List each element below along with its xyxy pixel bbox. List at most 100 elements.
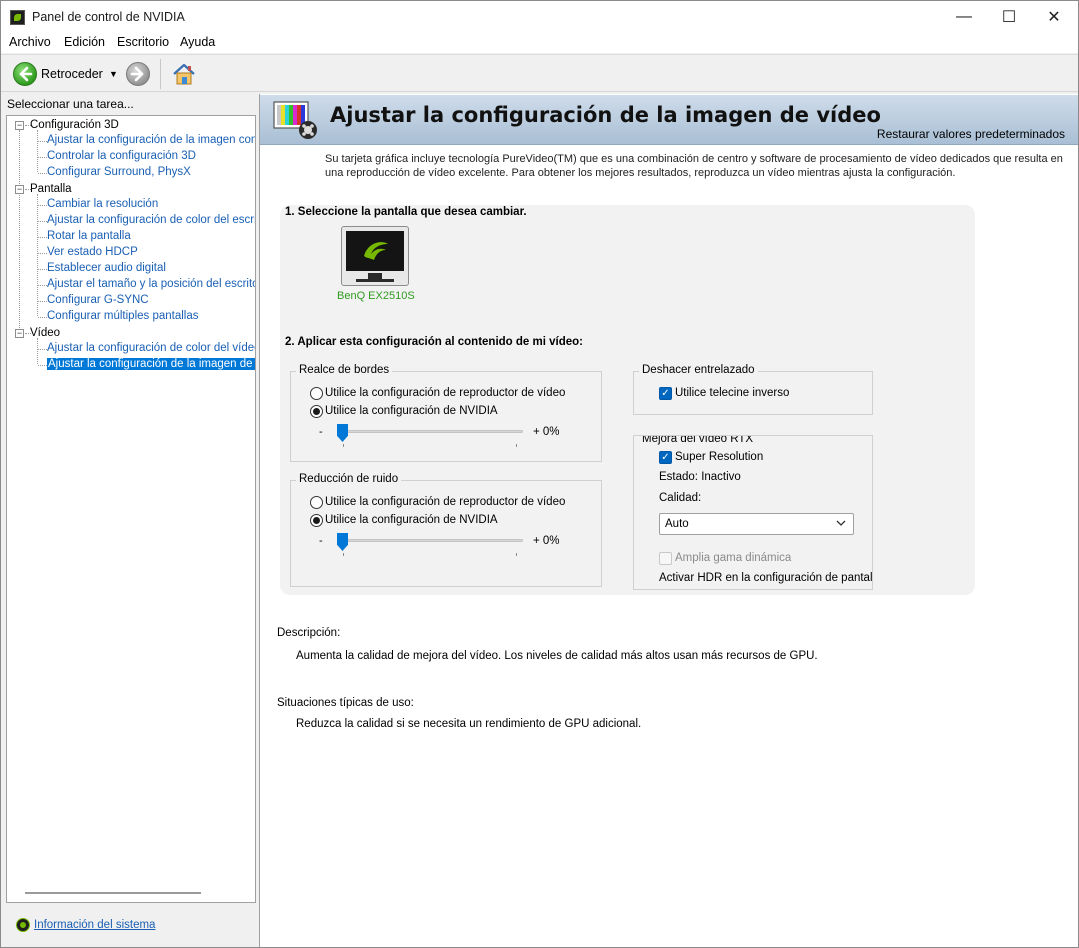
nvidia-logo-icon (364, 242, 388, 260)
collapse-video-icon[interactable]: − (15, 329, 24, 338)
quality-select[interactable]: Auto (659, 513, 854, 535)
tree-line (38, 141, 47, 142)
hdr-checkbox (659, 552, 672, 565)
close-button[interactable]: ✕ (1031, 1, 1077, 33)
collapse-pantalla-icon[interactable]: − (15, 185, 24, 194)
rtx-group-title: Mejora del vídeo RTX (639, 436, 757, 445)
toolbar: Retroceder ▼ (1, 54, 1078, 92)
collapse-3d-icon[interactable]: − (15, 121, 24, 130)
hdr-note: Activar HDR en la configuración de panta… (659, 572, 873, 584)
tree-item-g-sync[interactable]: Configurar G-SYNC (47, 294, 149, 306)
step1-heading: 1. Seleccione la pantalla que desea camb… (285, 206, 527, 218)
edge-slider-track[interactable] (338, 430, 523, 433)
tree-item-multiples-pantallas[interactable]: Configurar múltiples pantallas (47, 310, 199, 322)
edge-slider-tick (343, 444, 344, 447)
window-title: Panel de control de NVIDIA (32, 10, 185, 24)
chevron-down-icon (836, 520, 846, 526)
rtx-status: Estado: Inactivo (659, 471, 741, 483)
display-benq-monitor[interactable] (341, 226, 409, 286)
intro-text: Su tarjeta gráfica incluye tecnología Pu… (325, 153, 1063, 179)
noise-reduction-group: Reducción de ruido Utilice la configurac… (290, 473, 602, 587)
maximize-button[interactable]: ☐ (986, 1, 1032, 33)
tree-item-rotar-pantalla[interactable]: Rotar la pantalla (47, 230, 131, 242)
menu-ayuda[interactable]: Ayuda (180, 35, 215, 49)
menu-escritorio[interactable]: Escritorio (117, 35, 169, 49)
system-info-link[interactable]: Información del sistema (34, 919, 155, 931)
edge-slider-minus: - (319, 426, 323, 438)
task-tree: − Configuración 3D Ajustar la configurac… (6, 115, 256, 903)
system-info-icon (16, 918, 30, 932)
tree-line (38, 221, 47, 222)
task-header: Seleccionar una tarea... (7, 97, 134, 111)
edge-nvidia-radio[interactable] (310, 405, 323, 418)
tree-item-color-escritorio[interactable]: Ajustar la configuración de color del es… (47, 214, 255, 226)
inverse-telecine-label[interactable]: Utilice telecine inverso (675, 387, 789, 399)
tree-item-ajustar-imagen-vista-previa[interactable]: Ajustar la configuración de la imagen co… (47, 134, 255, 146)
tree-line (38, 237, 47, 238)
tree-line (38, 285, 47, 286)
edge-nvidia-label[interactable]: Utilice la configuración de NVIDIA (325, 405, 498, 417)
back-button[interactable] (13, 62, 37, 86)
tree-group-pantalla[interactable]: Pantalla (30, 183, 72, 195)
restore-defaults-link[interactable]: Restaurar valores predeterminados (877, 127, 1065, 141)
edge-slider-thumb[interactable] (337, 424, 348, 442)
home-icon[interactable] (171, 62, 197, 86)
tree-item-imagen-video-selected[interactable]: Ajustar la configuración de la imagen de… (47, 358, 255, 370)
content-panel: Ajustar la configuración de la imagen de… (259, 94, 1078, 947)
forward-button[interactable] (126, 62, 150, 86)
tree-line (38, 301, 47, 302)
usage-text: Reduzca la calidad si se necesita un ren… (296, 718, 642, 730)
noise-nvidia-label[interactable]: Utilice la configuración de NVIDIA (325, 514, 498, 526)
tree-group-3d[interactable]: Configuración 3D (30, 119, 119, 131)
back-label[interactable]: Retroceder (41, 67, 103, 81)
step2-heading: 2. Aplicar esta configuración al conteni… (285, 336, 583, 348)
tree-group-video[interactable]: Vídeo (30, 327, 60, 339)
menu-archivo[interactable]: Archivo (9, 35, 51, 49)
noise-player-radio[interactable] (310, 496, 323, 509)
tree-line (38, 253, 47, 254)
edge-slider-value: + 0% (533, 426, 560, 438)
tree-line (37, 130, 38, 172)
video-settings-icon (273, 101, 317, 139)
super-resolution-label[interactable]: Super Resolution (675, 451, 763, 463)
horizontal-scrollbar[interactable] (25, 892, 201, 894)
minimize-button[interactable]: — (941, 1, 987, 33)
tree-line (37, 338, 38, 364)
tree-item-audio-digital[interactable]: Establecer audio digital (47, 262, 166, 274)
noise-nvidia-radio[interactable] (310, 514, 323, 527)
arrow-right-icon (130, 66, 144, 82)
display-name[interactable]: BenQ EX2510S (337, 290, 415, 302)
edge-player-radio[interactable] (310, 387, 323, 400)
usage-label: Situaciones típicas de uso: (277, 697, 414, 709)
inverse-telecine-checkbox[interactable]: ✓ (659, 387, 672, 400)
edge-enhancement-group: Realce de bordes Utilice la configuració… (290, 364, 602, 462)
tree-line (38, 173, 47, 174)
tree-line (37, 194, 38, 316)
hdr-label: Amplia gama dinámica (675, 552, 792, 564)
noise-slider-tick (343, 553, 344, 556)
noise-group-title: Reducción de ruido (296, 473, 402, 485)
super-resolution-checkbox[interactable]: ✓ (659, 451, 672, 464)
tree-item-controlar-3d[interactable]: Controlar la configuración 3D (47, 150, 196, 162)
edge-player-label[interactable]: Utilice la configuración de reproductor … (325, 387, 565, 399)
noise-slider-track[interactable] (338, 539, 523, 542)
noise-slider-thumb[interactable] (337, 533, 348, 551)
tree-item-tamano-posicion[interactable]: Ajustar el tamaño y la posición del escr… (47, 278, 255, 290)
edge-group-title: Realce de bordes (296, 364, 393, 376)
toolbar-separator (160, 59, 161, 89)
quality-select-value: Auto (665, 518, 689, 530)
tree-line (38, 157, 47, 158)
tree-item-color-video[interactable]: Ajustar la configuración de color del ví… (47, 342, 255, 354)
noise-slider-tick (516, 553, 517, 556)
deinterlace-group: Deshacer entrelazado ✓ Utilice telecine … (633, 364, 873, 415)
noise-slider-minus: - (319, 535, 323, 547)
noise-player-label[interactable]: Utilice la configuración de reproductor … (325, 496, 565, 508)
tree-item-surround-physx[interactable]: Configurar Surround, PhysX (47, 166, 191, 178)
menu-bar: Archivo Edición Escritorio Ayuda (1, 33, 1078, 53)
tree-line (38, 365, 47, 366)
back-dropdown-icon[interactable]: ▼ (109, 69, 118, 79)
rtx-video-group: Mejora del vídeo RTX ✓ Super Resolution … (633, 435, 873, 590)
tree-item-cambiar-resolucion[interactable]: Cambiar la resolución (47, 198, 158, 210)
menu-edicion[interactable]: Edición (64, 35, 105, 49)
tree-item-estado-hdcp[interactable]: Ver estado HDCP (47, 246, 138, 258)
